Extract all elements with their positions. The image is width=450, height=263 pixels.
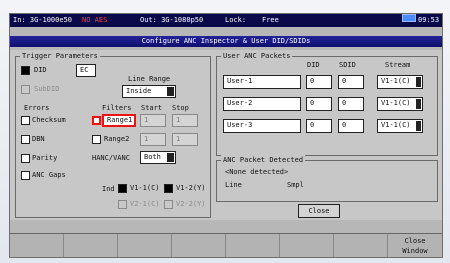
clock: 09:53 (418, 16, 440, 24)
user-2-stream-select[interactable]: V1-1(C) (377, 97, 423, 111)
user-2-sdid[interactable]: 0 (338, 97, 364, 111)
device-frame: In: 3G-1000e50 NO AES Out: 3G-1080p50 Lo… (0, 0, 450, 263)
user-3-did[interactable]: 0 (306, 119, 332, 133)
ind-label: Ind (102, 185, 115, 193)
filters-header: Filters (102, 104, 132, 112)
checksum-label: Checksum (32, 116, 66, 124)
user-1-did[interactable]: 0 (306, 75, 332, 89)
range1-stop[interactable]: 1 (172, 114, 198, 127)
stream-value: V1-1(C) (381, 121, 411, 129)
dropdown-icon (416, 99, 421, 109)
lock-label: Lock: (225, 16, 247, 24)
hanc-vanc-label: HANC/VANC (92, 154, 130, 162)
stream-value: V1-1(C) (381, 99, 411, 107)
sdid-column-header: SDID (339, 61, 356, 69)
did-label: DID (34, 66, 47, 74)
v2y-checkbox[interactable] (164, 200, 173, 209)
v1y-checkbox[interactable] (164, 184, 173, 193)
battery-icon (402, 14, 416, 22)
softkey-6[interactable] (280, 234, 334, 257)
errors-header: Errors (24, 104, 50, 112)
trigger-parameters-group: Trigger Parameters DID EC SubDID Line Ra… (15, 51, 211, 218)
group-label: User ANC Packets (221, 51, 293, 61)
range1-button[interactable]: Range1 (102, 114, 136, 127)
range1-start[interactable]: 1 (140, 114, 166, 127)
user-anc-packets-group: User ANC Packets DID SDID Stream User-1 … (216, 51, 438, 156)
detected-status: <None detected> (225, 168, 289, 176)
range1-checkbox[interactable] (92, 116, 101, 125)
did-input[interactable]: EC (76, 64, 96, 77)
line-range-select[interactable]: Inside (122, 85, 176, 98)
anc-packet-detected-group: ANC Packet Detected <None detected> Line… (216, 155, 438, 202)
line-range-value: Inside (126, 87, 152, 95)
did-checkbox[interactable] (21, 66, 30, 75)
detected-sample-label: Smpl (287, 181, 304, 189)
user-2-name[interactable]: User-2 (223, 97, 301, 111)
user-1-sdid[interactable]: 0 (338, 75, 364, 89)
dbn-label: DBN (32, 135, 45, 143)
anc-gaps-label: ANC Gaps (32, 171, 66, 179)
dropdown-icon (167, 87, 174, 96)
anc-gaps-checkbox[interactable] (21, 171, 30, 180)
v1c-checkbox[interactable] (118, 184, 127, 193)
range2-start[interactable]: 1 (140, 133, 166, 146)
dropdown-icon (416, 77, 421, 87)
input-format: In: 3G-1000e50 (13, 16, 73, 24)
hanc-vanc-value: Both (144, 153, 161, 161)
parity-label: Parity (32, 154, 58, 162)
device-screen: In: 3G-1000e50 NO AES Out: 3G-1080p50 Lo… (9, 13, 443, 258)
softkey-7[interactable] (334, 234, 388, 257)
softkey-4[interactable] (172, 234, 226, 257)
subdid-checkbox[interactable] (21, 85, 30, 94)
v1y-label: V1-2(Y) (176, 184, 206, 192)
range2-label: Range2 (104, 135, 130, 143)
checksum-checkbox[interactable] (21, 116, 30, 125)
dialog-body: Trigger Parameters DID EC SubDID Line Ra… (10, 50, 442, 220)
dialog-title: Configure ANC Inspector & User DID/SDIDs (10, 36, 442, 47)
group-label: ANC Packet Detected (221, 155, 306, 165)
softkey-3[interactable] (118, 234, 172, 257)
subdid-label: SubDID (34, 85, 60, 93)
v1c-label: V1-1(C) (130, 184, 160, 192)
v2c-label: V2-1(C) (130, 200, 160, 208)
range2-stop[interactable]: 1 (172, 133, 198, 146)
group-label: Trigger Parameters (20, 51, 100, 61)
user-2-did[interactable]: 0 (306, 97, 332, 111)
range2-checkbox[interactable] (92, 135, 101, 144)
close-window-softkey[interactable]: Close Window (388, 234, 442, 257)
did-column-header: DID (307, 61, 320, 69)
softkey-bar: Close Window (10, 233, 442, 257)
user-1-stream-select[interactable]: V1-1(C) (377, 75, 423, 89)
user-3-sdid[interactable]: 0 (338, 119, 364, 133)
user-3-name[interactable]: User-3 (223, 119, 301, 133)
hanc-vanc-select[interactable]: Both (140, 151, 176, 164)
dropdown-icon (167, 153, 174, 162)
parity-checkbox[interactable] (21, 154, 30, 163)
alarm-indicator: NO AES (82, 16, 108, 24)
v2c-checkbox[interactable] (118, 200, 127, 209)
user-1-name[interactable]: User-1 (223, 75, 301, 89)
stream-value: V1-1(C) (381, 77, 411, 85)
stop-header: Stop (172, 104, 189, 112)
user-3-stream-select[interactable]: V1-1(C) (377, 119, 423, 133)
status-bar: In: 3G-1000e50 NO AES Out: 3G-1080p50 Lo… (10, 14, 442, 27)
close-button[interactable]: Close (298, 204, 340, 218)
stream-column-header: Stream (385, 61, 411, 69)
softkey-5[interactable] (226, 234, 280, 257)
output-format: Out: 3G-1080p50 (140, 16, 204, 24)
start-header: Start (141, 104, 163, 112)
lock-state: Free (262, 16, 279, 24)
v2y-label: V2-2(Y) (176, 200, 206, 208)
softkey-1[interactable] (10, 234, 64, 257)
dropdown-icon (416, 121, 421, 131)
detected-line-label: Line (225, 181, 242, 189)
line-range-label: Line Range (128, 75, 171, 83)
dbn-checkbox[interactable] (21, 135, 30, 144)
softkey-2[interactable] (64, 234, 118, 257)
